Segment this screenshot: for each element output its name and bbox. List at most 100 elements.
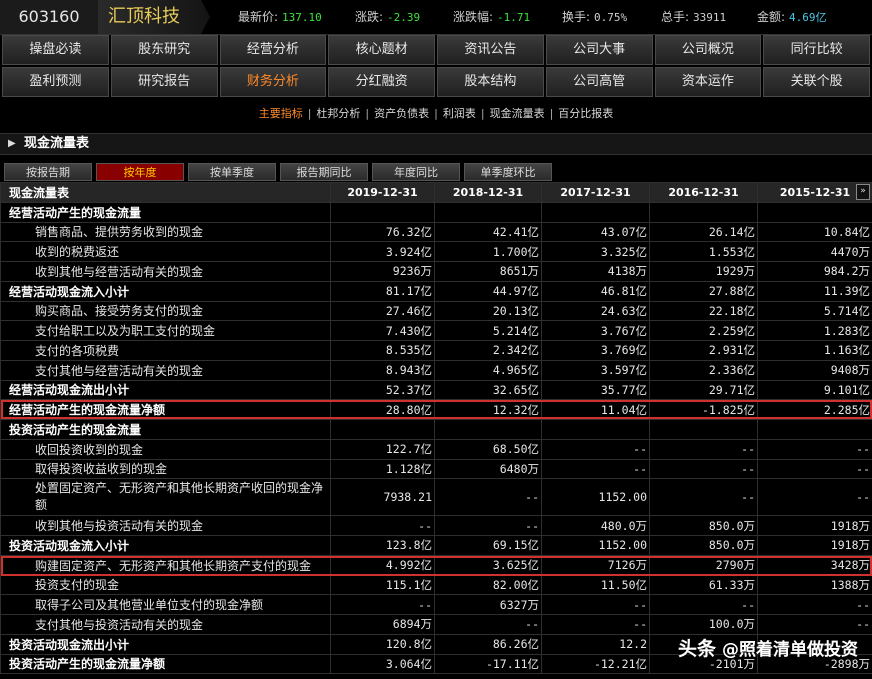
cell-value: 1918万 xyxy=(757,515,872,536)
cell-value: -- xyxy=(757,594,872,615)
cell-value: 1.283亿 xyxy=(757,320,872,341)
row-label: 支付给职工以及为职工支付的现金 xyxy=(0,320,331,341)
table-row[interactable]: 经营活动产生的现金流量 xyxy=(0,201,872,223)
table-row[interactable]: 收到其他与经营活动有关的现金 9236万 8651万 4138万 1929万 984.2万 xyxy=(0,261,872,282)
subnav-link[interactable]: 杜邦分析 xyxy=(311,107,365,120)
cell-value xyxy=(330,201,435,223)
nav-tab[interactable]: 资讯公告 xyxy=(437,35,544,65)
table-row[interactable]: 购建固定资产、无形资产和其他长期资产支付的现金 4.992亿 3.625亿 7126万… xyxy=(0,554,872,576)
nav-tab[interactable]: 公司概况 xyxy=(654,35,762,65)
cell-value: 32.65亿 xyxy=(434,379,542,401)
table-row[interactable]: 支付给职工以及为职工支付的现金 7.430亿 5.214亿 3.767亿 2.259亿 1… xyxy=(0,320,872,341)
row-label: 投资活动现金流入小计 xyxy=(0,535,331,556)
cell-value xyxy=(541,419,650,440)
cell-value: 6327万 xyxy=(434,594,542,615)
table-row[interactable]: 支付的各项税费 8.535亿 2.342亿 3.769亿 2.931亿 1.163亿 xyxy=(0,340,872,361)
nav-tab[interactable]: 股本结构 xyxy=(437,67,544,97)
cell-value xyxy=(649,201,758,223)
table-row[interactable]: 销售商品、提供劳务收到的现金 76.32亿 42.41亿 43.07亿 26.14亿 10… xyxy=(0,221,872,243)
table-row[interactable]: 购买商品、接受劳务支付的现金 27.46亿 20.13亿 24.63亿 22.18亿 5.… xyxy=(0,300,872,322)
table-row[interactable]: 投资活动现金流入小计 123.8亿 69.15亿 1152.00 850.0万 1918万 xyxy=(0,535,872,556)
nav-tab[interactable]: 分红融资 xyxy=(328,67,435,97)
cell-value: 22.18亿 xyxy=(649,300,758,322)
tab[interactable]: 年度同比 xyxy=(372,163,460,181)
nav-tab[interactable]: 经营分析 xyxy=(219,35,327,65)
nav-tab[interactable]: 公司高管 xyxy=(545,67,653,97)
table-row[interactable]: 经营活动产生的现金流量净额 28.80亿 12.32亿 11.04亿 -1.825亿 2.… xyxy=(0,399,872,420)
subnav-link[interactable]: 现金流量表 xyxy=(485,107,550,120)
table-row[interactable]: 投资支付的现金 115.1亿 82.00亿 11.50亿 61.33万 1388万 xyxy=(0,574,872,596)
cell-value: 27.46亿 xyxy=(330,300,435,322)
cell-value: -- xyxy=(434,515,542,536)
table-row[interactable]: 经营活动现金流出小计 52.37亿 32.65亿 35.77亿 29.71亿 9.101亿 xyxy=(0,379,872,401)
table-row[interactable]: 处置固定资产、无形资产和其他长期资产收回的现金净额 7938.21 -- 1152.0… xyxy=(0,478,872,517)
row-label: 经营活动现金流出小计 xyxy=(0,379,331,401)
tab[interactable]: 单季度环比 xyxy=(464,163,552,181)
section-header[interactable]: ▶ 现金流量表 xyxy=(0,133,872,155)
column-header: 2015-12-31 xyxy=(757,182,872,203)
tab[interactable]: 按单季度 xyxy=(188,163,276,181)
sub-nav: 主要指标 | 杜邦分析 | 资产负债表 | 利润表 | 现金流量表 | 百分比报表 xyxy=(0,103,872,125)
nav-tab[interactable]: 盈利预测 xyxy=(2,67,109,97)
table-row[interactable]: 收到其他与投资活动有关的现金 -- -- 480.0万 850.0万 1918万 xyxy=(0,515,872,536)
more-columns-icon[interactable]: » xyxy=(856,184,870,200)
nav-tab[interactable]: 操盘必读 xyxy=(2,35,109,65)
cell-value: 1388万 xyxy=(757,574,872,596)
column-header: 2017-12-31 xyxy=(541,182,650,203)
subnav-link[interactable]: 百分比报表 xyxy=(553,107,618,120)
subnav-link[interactable]: 资产负债表 xyxy=(369,107,434,120)
nav-tab[interactable]: 核心题材 xyxy=(328,35,435,65)
nav-tab[interactable]: 资本运作 xyxy=(654,67,762,97)
table-row[interactable]: 收到的税费返还 3.924亿 1.700亿 3.325亿 1.553亿 4470万 xyxy=(0,241,872,262)
table-row[interactable]: 取得投资收益收到的现金 1.128亿 6480万 -- -- -- xyxy=(0,458,872,480)
table-row[interactable]: 经营活动现金流入小计 81.17亿 44.97亿 46.81亿 27.88亿 11.39亿 xyxy=(0,280,872,302)
row-label: 经营活动现金流入小计 xyxy=(0,280,331,302)
table-row[interactable]: 取得子公司及其他营业单位支付的现金净额 -- 6327万 -- -- -- xyxy=(0,594,872,615)
cell-value: -- xyxy=(434,478,542,517)
nav-tab[interactable]: 研究报告 xyxy=(110,67,218,97)
cell-value: 61.33万 xyxy=(649,574,758,596)
cell-value: 76.32亿 xyxy=(330,221,435,243)
cell-value: -- xyxy=(757,478,872,517)
cell-value: 1918万 xyxy=(757,535,872,556)
tab[interactable]: 按报告期 xyxy=(4,163,92,181)
cell-value: 2.336亿 xyxy=(649,359,758,381)
nav-tab[interactable]: 关联个股 xyxy=(763,67,870,97)
nav-tab[interactable]: 公司大事 xyxy=(545,35,653,65)
table-row[interactable]: 支付其他与投资活动有关的现金 6894万 -- -- 100.0万 -- xyxy=(0,614,872,635)
cell-value: -1.825亿 xyxy=(649,399,758,420)
nav-tab[interactable]: 股东研究 xyxy=(110,35,218,65)
cell-value: -- xyxy=(649,438,758,460)
quote-item: 金额: 4.69亿 xyxy=(757,0,827,35)
table-row[interactable]: 收回投资收到的现金 122.7亿 68.50亿 -- -- -- xyxy=(0,438,872,460)
cell-value: -- xyxy=(541,438,650,460)
cell-value: 3.064亿 xyxy=(330,653,435,675)
table-row[interactable]: 投资活动产生的现金流量 xyxy=(0,419,872,440)
cell-value: -- xyxy=(757,458,872,480)
tab[interactable]: 报告期同比 xyxy=(280,163,368,181)
subnav-link[interactable]: 利润表 xyxy=(438,107,481,120)
cell-value: 24.63亿 xyxy=(541,300,650,322)
quote-label: 涨跌: xyxy=(355,10,384,24)
quote-label: 最新价: xyxy=(238,10,279,24)
tab[interactable]: 按年度 xyxy=(96,163,184,181)
cell-value: 4.965亿 xyxy=(434,359,542,381)
row-label: 投资支付的现金 xyxy=(0,574,331,596)
row-label: 收回投资收到的现金 xyxy=(0,438,331,460)
table-row[interactable]: 支付其他与经营活动有关的现金 8.943亿 4.965亿 3.597亿 2.336亿 94… xyxy=(0,359,872,381)
cell-value: 100.0万 xyxy=(649,614,758,635)
row-label: 处置固定资产、无形资产和其他长期资产收回的现金净额 xyxy=(0,478,331,517)
nav-tab[interactable]: 财务分析 xyxy=(219,67,327,97)
subnav-link[interactable]: 主要指标 xyxy=(254,107,308,120)
cell-value: 11.50亿 xyxy=(541,574,650,596)
row-label: 投资活动现金流出小计 xyxy=(0,633,331,655)
cell-value: 9.101亿 xyxy=(757,379,872,401)
nav-tab[interactable]: 同行比较 xyxy=(763,35,870,65)
nav-row-2: 盈利预测 研究报告 财务分析 分红融资 股本结构 公司高管 资本运作 关联个股 xyxy=(2,67,870,97)
cell-value: 5.214亿 xyxy=(434,320,542,341)
cell-value: 4138万 xyxy=(541,261,650,282)
cell-value: 3.625亿 xyxy=(434,554,542,576)
expand-triangle-icon[interactable]: ▶ xyxy=(8,138,16,149)
watermark-text: @照着清单做投资 xyxy=(722,640,858,660)
cell-value: 122.7亿 xyxy=(330,438,435,460)
